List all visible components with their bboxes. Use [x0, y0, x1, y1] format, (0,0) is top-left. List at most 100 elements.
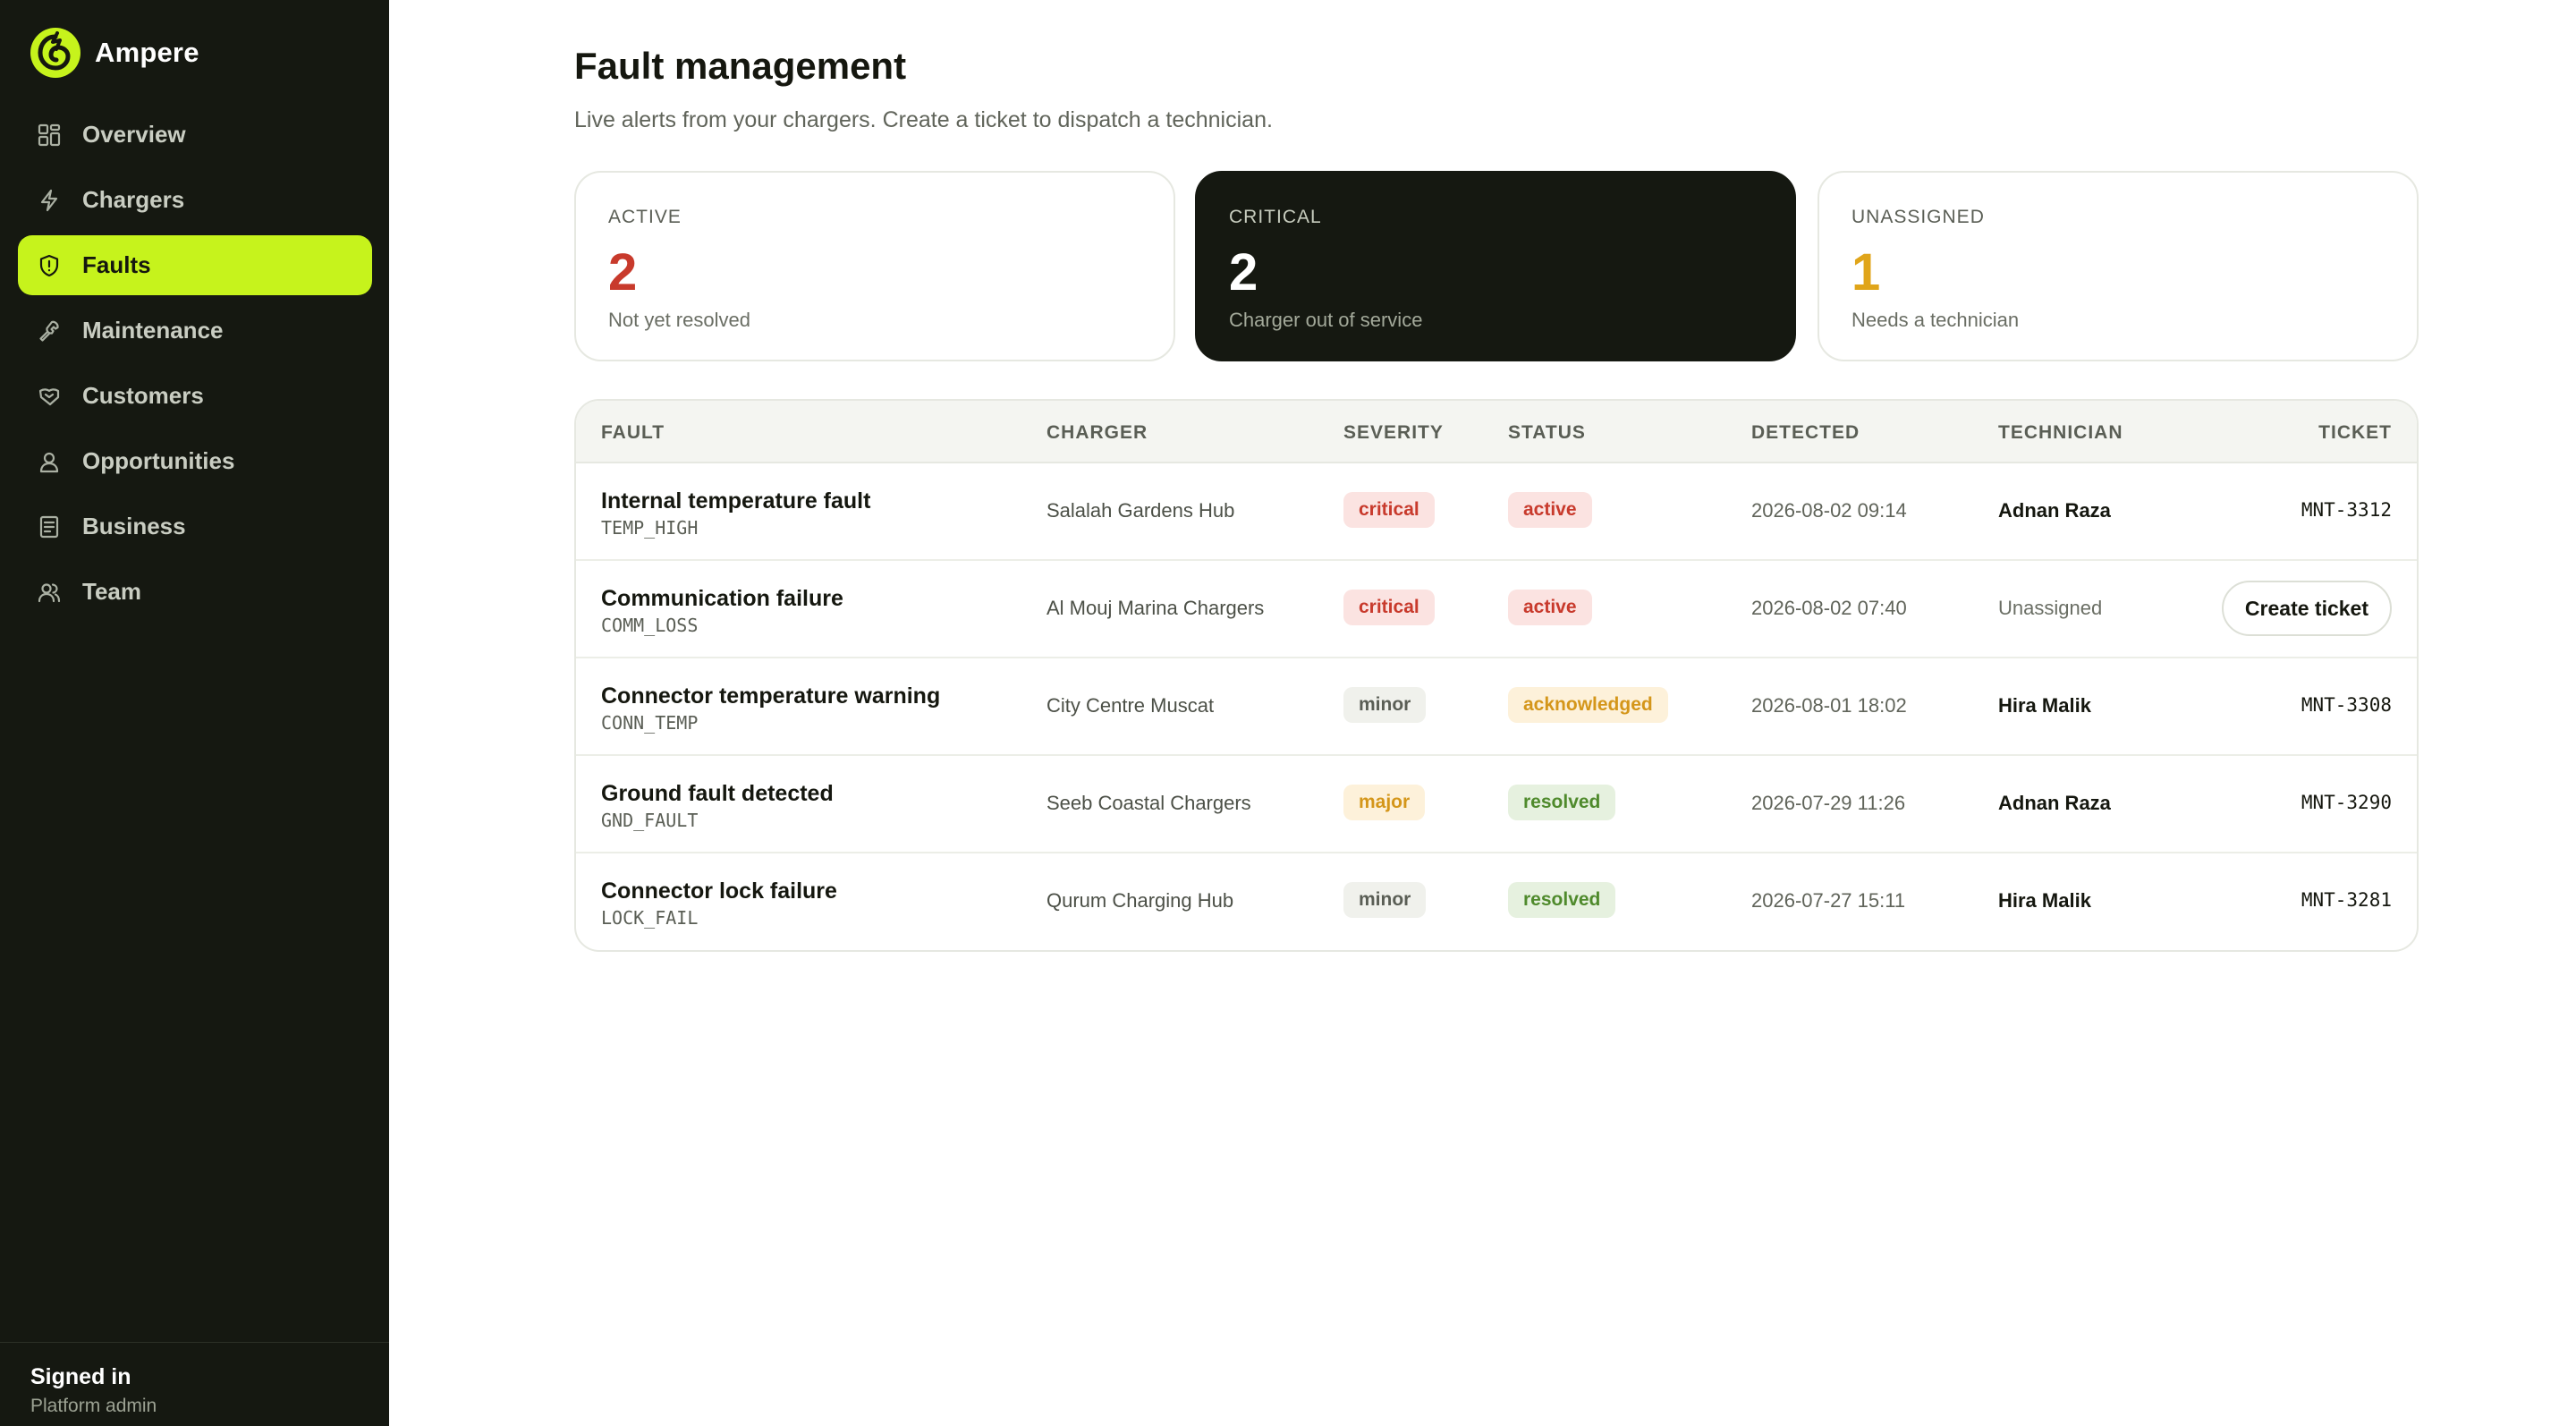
stat-label: ACTIVE	[608, 207, 682, 227]
table-row[interactable]: Connector lock failure LOCK_FAIL Qurum C…	[576, 853, 2417, 950]
sidebar-item-label: Business	[82, 513, 186, 539]
table-row[interactable]: Internal temperature fault TEMP_HIGH Sal…	[576, 463, 2417, 561]
wrench-icon	[36, 318, 63, 344]
app-name: Ampere	[95, 37, 199, 68]
user-badge-icon	[36, 448, 63, 475]
detected-time: 2026-08-01 18:02	[1751, 694, 1907, 717]
signed-in-panel: Signed in Platform admin	[0, 1342, 389, 1426]
table-row[interactable]: Communication failure COMM_LOSS Al Mouj …	[576, 561, 2417, 658]
sidebar-item-label: Opportunities	[82, 447, 235, 474]
sidebar-item-chargers[interactable]: Chargers	[18, 170, 372, 230]
technician-name: Unassigned	[1998, 597, 2103, 619]
column-header-ticket: TICKET	[2318, 422, 2392, 443]
table-row[interactable]: Connector temperature warning CONN_TEMP …	[576, 658, 2417, 756]
column-header-status: STATUS	[1508, 422, 1586, 443]
column-header-detected: DETECTED	[1751, 422, 1860, 443]
sidebar-item-opportunities[interactable]: Opportunities	[18, 431, 372, 491]
technician-name: Hira Malik	[1998, 694, 2091, 717]
status-badge: active	[1508, 590, 1592, 625]
user-role: Platform admin	[30, 1396, 157, 1416]
sidebar-item-label: Maintenance	[82, 317, 224, 344]
fault-code: TEMP_HIGH	[601, 517, 699, 539]
brand[interactable]: Ampere	[30, 28, 199, 78]
column-header-charger: CHARGER	[1046, 422, 1148, 443]
detected-time: 2026-07-27 15:11	[1751, 889, 1906, 912]
severity-badge: minor	[1343, 882, 1427, 918]
severity-badge: critical	[1343, 492, 1435, 528]
shield-alert-icon	[36, 252, 63, 279]
fault-code: CONN_TEMP	[601, 712, 699, 734]
stat-description: Needs a technician	[1852, 309, 2020, 331]
sidebar-item-label: Chargers	[82, 186, 185, 213]
severity-badge: critical	[1343, 590, 1435, 625]
stat-label: CRITICAL	[1229, 207, 1322, 227]
sidebar-item-customers[interactable]: Customers	[18, 366, 372, 426]
status-badge: resolved	[1508, 882, 1616, 918]
grid-icon	[36, 122, 63, 149]
charger-name: City Centre Muscat	[1046, 694, 1215, 717]
ampere-logo-icon	[30, 28, 80, 78]
fault-name: Internal temperature fault	[601, 488, 871, 514]
stat-value: 2	[608, 243, 638, 301]
bolt-icon	[36, 187, 63, 214]
page-subtitle: Live alerts from your chargers. Create a…	[574, 107, 1273, 132]
sidebar-item-overview[interactable]: Overview	[18, 105, 372, 165]
sidebar: Ampere Overview Chargers Faults Maintena…	[0, 0, 389, 1426]
charger-name: Seeb Coastal Chargers	[1046, 792, 1251, 814]
charger-name: Al Mouj Marina Chargers	[1046, 597, 1265, 619]
severity-badge: major	[1343, 785, 1426, 820]
ticket-id[interactable]: MNT-3312	[2301, 499, 2392, 521]
stat-description: Not yet resolved	[608, 309, 750, 331]
column-header-technician: TECHNICIAN	[1998, 422, 2123, 443]
sidebar-item-faults[interactable]: Faults	[18, 235, 372, 295]
charger-name: Qurum Charging Hub	[1046, 889, 1234, 912]
fault-code: COMM_LOSS	[601, 615, 699, 636]
create-ticket-button[interactable]: Create ticket	[2221, 581, 2392, 636]
fault-name: Ground fault detected	[601, 781, 834, 806]
status-badge: acknowledged	[1508, 687, 1668, 723]
sidebar-item-label: Customers	[82, 382, 204, 409]
faults-table: FAULT CHARGER SEVERITY STATUS DETECTED T…	[574, 399, 2419, 952]
fault-code: LOCK_FAIL	[601, 907, 699, 929]
fault-name: Connector temperature warning	[601, 683, 941, 709]
stat-card-unassigned: UNASSIGNED 1 Needs a technician	[1818, 171, 2419, 361]
technician-name: Hira Malik	[1998, 889, 2091, 912]
detected-time: 2026-08-02 07:40	[1751, 597, 1907, 619]
table-header: FAULT CHARGER SEVERITY STATUS DETECTED T…	[576, 401, 2417, 463]
charger-name: Salalah Gardens Hub	[1046, 499, 1235, 522]
sidebar-item-label: Overview	[82, 121, 186, 148]
column-header-fault: FAULT	[601, 422, 665, 443]
sidebar-item-business[interactable]: Business	[18, 497, 372, 556]
detected-time: 2026-07-29 11:26	[1751, 792, 1906, 814]
stat-value: 1	[1852, 243, 1881, 301]
sidebar-item-team[interactable]: Team	[18, 562, 372, 622]
page-title: Fault management	[574, 45, 907, 87]
ticket-id[interactable]: MNT-3281	[2301, 889, 2392, 911]
sidebar-item-label: Faults	[82, 251, 151, 278]
document-icon	[36, 514, 63, 540]
fault-name: Connector lock failure	[601, 879, 837, 904]
stat-card-active: ACTIVE 2 Not yet resolved	[574, 171, 1175, 361]
stat-value: 2	[1229, 243, 1258, 301]
column-header-severity: SEVERITY	[1343, 422, 1444, 443]
status-badge: resolved	[1508, 785, 1616, 820]
table-row[interactable]: Ground fault detected GND_FAULT Seeb Coa…	[576, 756, 2417, 853]
ticket-id[interactable]: MNT-3308	[2301, 694, 2392, 716]
users-icon	[36, 579, 63, 606]
fault-code: GND_FAULT	[601, 810, 699, 831]
sidebar-nav: Overview Chargers Faults Maintenance Cus…	[18, 105, 372, 627]
signed-in-label: Signed in	[30, 1364, 131, 1389]
technician-name: Adnan Raza	[1998, 499, 2111, 522]
sidebar-item-maintenance[interactable]: Maintenance	[18, 301, 372, 361]
ticket-id[interactable]: MNT-3290	[2301, 792, 2392, 813]
handshake-icon	[36, 383, 63, 410]
stat-description: Charger out of service	[1229, 309, 1423, 331]
sidebar-item-label: Team	[82, 578, 141, 605]
status-badge: active	[1508, 492, 1592, 528]
severity-badge: minor	[1343, 687, 1427, 723]
fault-name: Communication failure	[601, 586, 843, 611]
stat-card-critical: CRITICAL 2 Charger out of service	[1195, 171, 1796, 361]
technician-name: Adnan Raza	[1998, 792, 2111, 814]
detected-time: 2026-08-02 09:14	[1751, 499, 1907, 522]
stat-label: UNASSIGNED	[1852, 207, 1985, 227]
